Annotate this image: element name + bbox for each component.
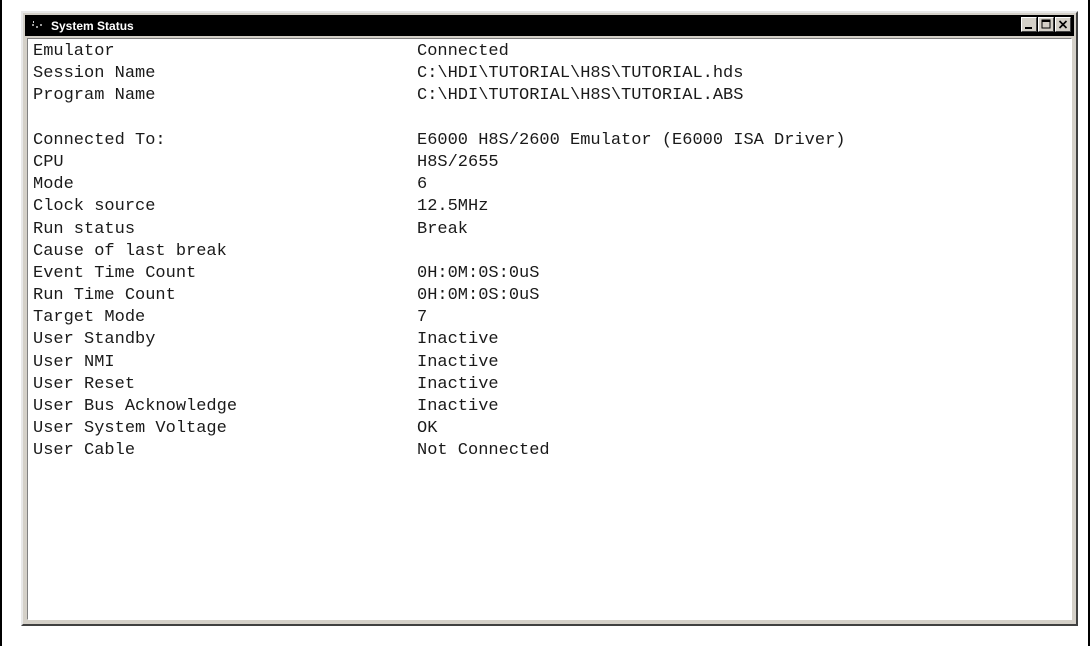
app-icon[interactable] [30,19,48,33]
status-value: OK [417,419,438,439]
status-value: 7 [417,308,428,328]
status-label: User Reset [33,374,136,394]
status-label: Session Name [33,64,156,84]
status-value: Connected [417,42,509,61]
status-row-user-cable: User Cable Not Connected [33,440,845,462]
status-value: Not Connected [417,441,550,461]
status-content: Emulator Connected Session Name C:\HDI\T… [27,38,1072,620]
status-label: Run Time Count [33,286,176,306]
status-label: Clock source [33,197,156,217]
status-label: Run status [33,219,136,239]
status-value: Break [417,219,469,239]
status-label: User Cable [33,441,136,461]
status-row-session-name: Session Name C:\HDI\TUTORIAL\H8S\TUTORIA… [33,63,845,85]
system-status-window[interactable]: System Status Emulator Connected Session… [21,11,1078,626]
status-label: Mode [33,175,74,195]
status-value: 12.5MHz [417,197,489,217]
status-row-user-reset: User Reset Inactive [33,374,845,396]
status-value: 0H:0M:0S:0uS [417,286,540,306]
status-row-connected-to: Connected To: E6000 H8S/2600 Emulator (E… [33,130,845,152]
status-row-user-bus-acknowledge: User Bus Acknowledge Inactive [33,396,845,418]
frame-right-border [1088,0,1090,646]
status-row-program-name: Program Name C:\HDI\TUTORIAL\H8S\TUTORIA… [33,85,845,107]
close-icon[interactable] [1055,17,1071,32]
frame-left-border [0,0,2,646]
status-value: Inactive [417,352,499,372]
window-controls [1020,17,1071,32]
status-value: 0H:0M:0S:0uS [417,263,540,283]
status-row-target-mode: Target Mode 7 [33,307,845,329]
status-row-emulator: Emulator Connected [33,41,845,63]
status-row-run-time-count: Run Time Count 0H:0M:0S:0uS [33,285,845,307]
status-row-user-standby: User Standby Inactive [33,329,845,351]
maximize-icon[interactable] [1038,17,1054,32]
status-value: Inactive [417,397,499,416]
status-value: E6000 H8S/2600 Emulator (E6000 ISA Drive… [417,130,846,150]
status-row-event-time-count: Event Time Count 0H:0M:0S:0uS [33,263,845,285]
status-value: Inactive [417,330,499,350]
status-row-run-status: Run status Break [33,219,845,241]
status-label: User Standby [33,330,156,350]
status-label: User Bus Acknowledge [33,397,238,416]
status-label: Cause of last break [33,241,227,261]
status-row-cpu: CPU H8S/2655 [33,152,845,174]
window-titlebar[interactable]: System Status [25,15,1074,36]
status-value: C:\HDI\TUTORIAL\H8S\TUTORIAL.hds [417,64,744,84]
minimize-icon[interactable] [1021,17,1037,32]
status-value: 6 [417,175,428,195]
status-value: H8S/2655 [417,152,499,172]
status-list: Emulator Connected Session Name C:\HDI\T… [33,41,845,463]
status-row-clock-source: Clock source 12.5MHz [33,196,845,218]
window-title: System Status [51,18,134,33]
status-label: User NMI [33,352,115,372]
status-value: Inactive [417,374,499,394]
status-label: Program Name [33,86,156,106]
page-frame: System Status Emulator Connected Session… [0,0,1091,646]
status-label: Event Time Count [33,263,197,283]
status-label: Connected To: [33,130,166,150]
status-label: Target Mode [33,308,146,328]
status-value: C:\HDI\TUTORIAL\H8S\TUTORIAL.ABS [417,86,744,106]
status-row-cause-of-last-break: Cause of last break [33,241,845,263]
status-row-user-nmi: User NMI Inactive [33,352,845,374]
status-row-mode: Mode 6 [33,174,845,196]
status-row-user-system-voltage: User System Voltage OK [33,418,845,440]
status-label: CPU [33,152,64,172]
status-label: User System Voltage [33,419,227,439]
blank-row [33,108,845,130]
status-label: Emulator [33,42,115,61]
